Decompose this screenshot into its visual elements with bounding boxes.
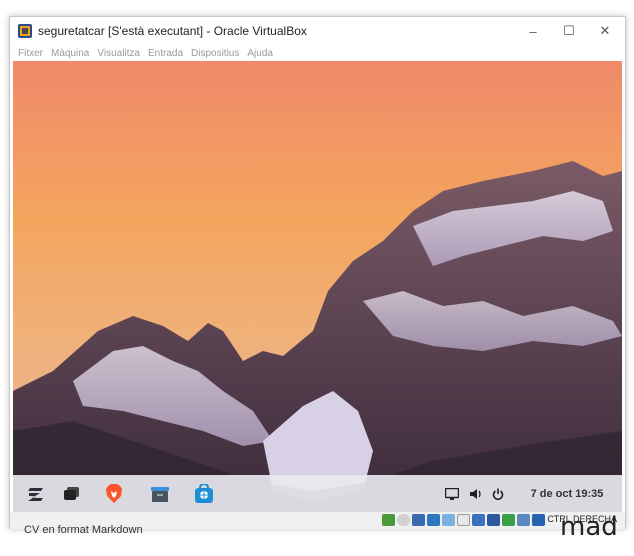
pencil-icon[interactable] bbox=[442, 514, 455, 526]
menu-fitxer[interactable]: Fitxer bbox=[18, 48, 43, 59]
window-title: seguretatcar [S'està executant] - Oracle… bbox=[38, 24, 307, 38]
virtualbox-app-icon bbox=[18, 24, 32, 38]
desktop-wallpaper bbox=[13, 61, 622, 512]
file-manager-icon[interactable] bbox=[147, 475, 173, 512]
guest-display[interactable]: 7 de oct 19:35 bbox=[13, 61, 622, 512]
virtualbox-window: seguretatcar [S'està executant] - Oracle… bbox=[9, 16, 626, 529]
mouse-integration-icon[interactable] bbox=[517, 514, 530, 526]
cpu-icon[interactable] bbox=[502, 514, 515, 526]
menu-dispositius[interactable]: Dispositius bbox=[191, 48, 239, 59]
menu-visualitza[interactable]: Visualitza bbox=[97, 48, 140, 59]
multitasking-icon[interactable] bbox=[59, 475, 85, 512]
power-icon[interactable] bbox=[487, 475, 509, 512]
keyboard-icon[interactable] bbox=[532, 514, 545, 526]
menu-bar: Fitxer Màquina Visualitza Entrada Dispos… bbox=[10, 45, 625, 62]
optical-drive-icon[interactable] bbox=[397, 514, 410, 526]
menu-maquina[interactable]: Màquina bbox=[51, 48, 89, 59]
display-icon[interactable] bbox=[441, 475, 463, 512]
title-bar[interactable]: seguretatcar [S'està executant] - Oracle… bbox=[10, 17, 625, 45]
usb-icon[interactable] bbox=[412, 514, 425, 526]
recording-icon[interactable] bbox=[487, 514, 500, 526]
minimize-button[interactable]: – bbox=[515, 17, 551, 45]
software-store-icon[interactable] bbox=[191, 475, 217, 512]
shared-folder-icon[interactable] bbox=[427, 514, 440, 526]
zorin-menu-icon[interactable] bbox=[23, 475, 49, 512]
maximize-button[interactable]: ☐ bbox=[551, 17, 587, 45]
background-document-title: CV en format Markdown bbox=[24, 524, 143, 536]
network-icon[interactable] bbox=[382, 514, 395, 526]
brave-browser-icon[interactable] bbox=[101, 475, 127, 512]
close-button[interactable]: ✕ bbox=[587, 17, 623, 45]
background-text-fragment: mad bbox=[560, 512, 618, 542]
display-settings-icon[interactable] bbox=[457, 514, 470, 526]
taskbar-panel: 7 de oct 19:35 bbox=[13, 475, 622, 512]
device-status-icons bbox=[382, 514, 545, 526]
monitor-icon[interactable] bbox=[472, 514, 485, 526]
volume-icon[interactable] bbox=[465, 475, 487, 512]
menu-entrada[interactable]: Entrada bbox=[148, 48, 183, 59]
menu-ajuda[interactable]: Ajuda bbox=[247, 48, 273, 59]
clock[interactable]: 7 de oct 19:35 bbox=[521, 475, 613, 512]
